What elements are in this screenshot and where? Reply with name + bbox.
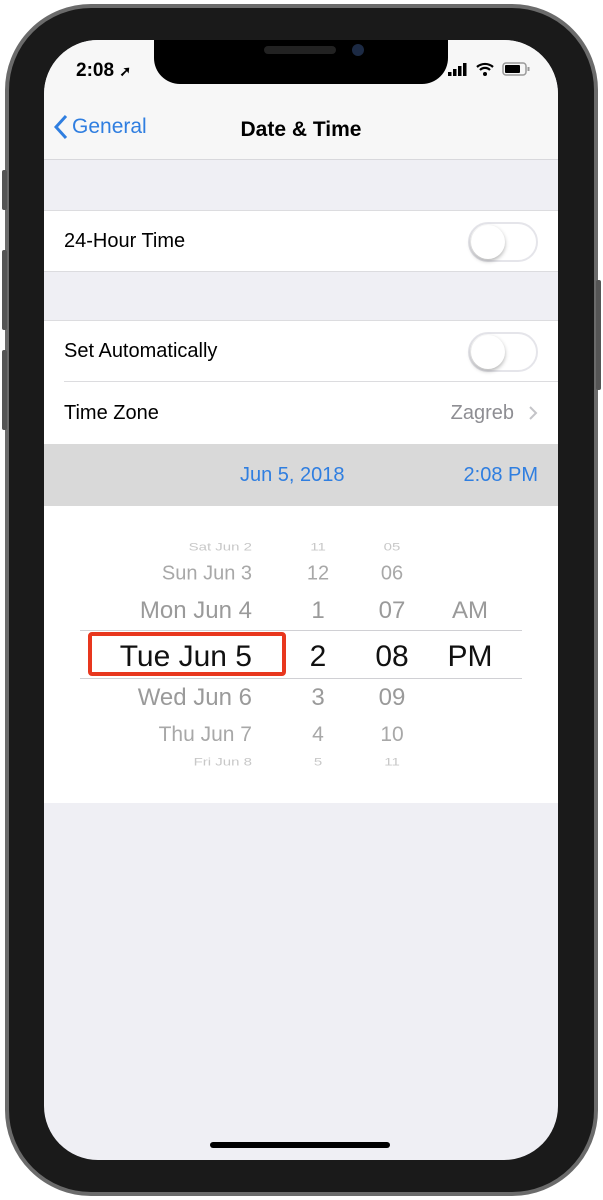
hour24-row: 24-Hour Time: [44, 210, 558, 272]
date-wheel-item[interactable]: Sun Jun 3: [162, 563, 252, 586]
minute-wheel-item[interactable]: 09: [379, 684, 406, 712]
time-zone-value: Zagreb: [450, 401, 514, 424]
minute-wheel-item[interactable]: 05: [384, 541, 401, 554]
hour-wheel-item[interactable]: 2: [310, 640, 327, 674]
chevron-right-icon: [529, 406, 538, 420]
set-automatically-label: Set Automatically: [64, 340, 218, 362]
selected-time: 2:08 PM: [463, 463, 538, 486]
date-wheel-item[interactable]: Sat Jun 2: [189, 541, 252, 554]
screen: 2:08 ➚ General Date & Time 24-Hour Time …: [44, 40, 558, 1160]
location-arrow-icon: ➚: [119, 63, 132, 79]
hour24-toggle[interactable]: [468, 222, 538, 262]
home-indicator[interactable]: [210, 1142, 390, 1148]
set-automatically-row: Set Automatically: [44, 320, 558, 382]
ampm-wheel-item[interactable]: AM: [452, 597, 488, 625]
mute-switch: [2, 170, 7, 210]
selection-line-top: [80, 630, 522, 631]
hour-wheel-item[interactable]: 4: [312, 723, 324, 747]
date-wheel-item[interactable]: Thu Jun 7: [159, 723, 252, 747]
volume-down-button: [2, 350, 7, 430]
hour24-label: 24-Hour Time: [64, 229, 186, 252]
page-title: Date & Time: [240, 118, 362, 141]
minute-wheel-item[interactable]: 07: [379, 597, 406, 625]
battery-icon: [502, 62, 530, 76]
signal-icon: [448, 63, 467, 76]
minute-wheel-item[interactable]: 10: [380, 723, 403, 747]
status-time: 2:08 ➚: [76, 60, 132, 81]
highlight-box: [88, 632, 286, 676]
date-wheel-item[interactable]: Fri Jun 8: [194, 756, 252, 769]
selected-datetime-row[interactable]: Jun 5, 2018 2:08 PM: [44, 444, 558, 506]
wifi-icon: [476, 62, 494, 76]
minute-wheel-item[interactable]: 06: [381, 563, 403, 586]
date-wheel-item[interactable]: Mon Jun 4: [140, 597, 252, 625]
selected-date: Jun 5, 2018: [240, 463, 345, 486]
hour-wheel-item[interactable]: 3: [311, 684, 324, 712]
minute-wheel-item[interactable]: 08: [375, 640, 408, 674]
selection-line-bottom: [80, 678, 522, 679]
volume-up-button: [2, 250, 7, 330]
side-button: [596, 280, 601, 390]
notch: [154, 40, 448, 84]
ampm-wheel-item[interactable]: PM: [448, 640, 493, 674]
set-automatically-toggle[interactable]: [468, 332, 538, 372]
minute-wheel-item[interactable]: 11: [384, 756, 400, 769]
hour-wheel-item[interactable]: 5: [314, 756, 322, 769]
time-zone-row[interactable]: Time Zone Zagreb: [44, 382, 558, 444]
hour-wheel-item[interactable]: 1: [311, 597, 324, 625]
hour-wheel-item[interactable]: 11: [310, 541, 326, 554]
date-wheel-item[interactable]: Wed Jun 6: [138, 684, 252, 712]
hour-wheel-item[interactable]: 12: [307, 563, 329, 586]
status-icons: [448, 62, 530, 76]
time-zone-label: Time Zone: [64, 401, 159, 424]
